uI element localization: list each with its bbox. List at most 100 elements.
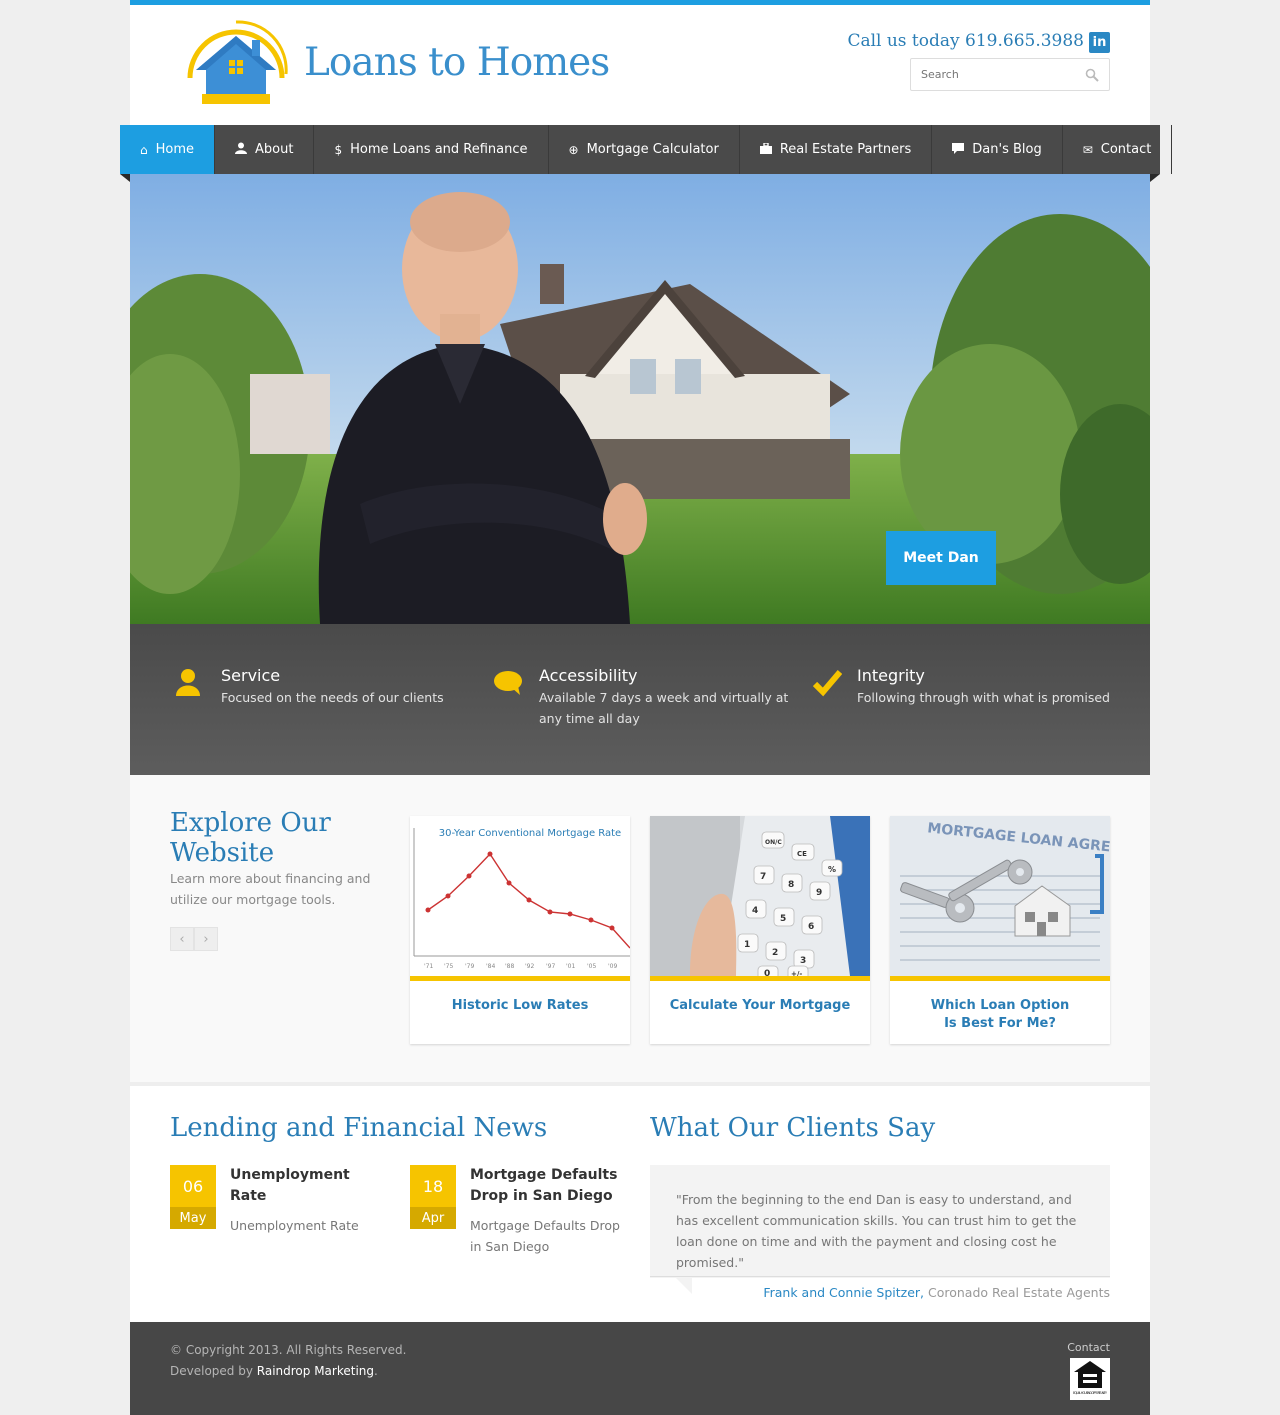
card-label[interactable]: Which Loan Option Is Best For Me? — [890, 981, 1110, 1033]
chevron-right-icon[interactable]: › — [194, 927, 218, 951]
key-label: 4 — [752, 906, 758, 916]
key-label: 8 — [788, 880, 794, 890]
tick-label: '01 — [566, 963, 575, 970]
tick-label: '05 — [587, 963, 596, 970]
key-label: 9 — [816, 888, 822, 898]
card-historic-low-rates[interactable]: 30-Year Conventional Mortgage Rate '71 '… — [410, 816, 630, 1044]
keys-thumbnail: MORTGAGE LOAN AGREEMENT — [890, 816, 1110, 976]
key-label: 7 — [760, 872, 766, 882]
feature-accessibility: Accessibility Available 7 days a week an… — [494, 666, 794, 729]
search-box[interactable] — [910, 58, 1110, 91]
nav-label: About — [255, 142, 294, 157]
key-label: ON/C — [765, 839, 782, 846]
key-label: +/- — [791, 970, 802, 976]
feature-title: Integrity — [857, 666, 925, 685]
nav-label: Home — [155, 142, 195, 157]
quote-underline — [650, 1276, 1110, 1277]
date-day: 18 — [410, 1165, 456, 1207]
linkedin-icon[interactable]: in — [1089, 32, 1110, 53]
tick-label: '75 — [444, 963, 453, 970]
nav-ribbon-fold-left — [120, 174, 130, 182]
nav-ribbon-fold-right — [1150, 174, 1160, 182]
key-label: 5 — [780, 914, 786, 924]
date-month: Apr — [410, 1207, 456, 1229]
rate-chart-thumbnail: 30-Year Conventional Mortgage Rate '71 '… — [410, 816, 630, 976]
equal-housing-logo: EQUAL HOUSING OPPORTUNITY — [1070, 1358, 1110, 1400]
calculator-photo: ON/C CE % 7 8 9 4 5 6 1 2 3 0 +/- — [650, 816, 870, 976]
envelope-icon: ✉ — [1082, 142, 1093, 157]
author-name[interactable]: Frank and Connie Spitzer, — [763, 1285, 924, 1300]
credit-period: . — [374, 1364, 378, 1378]
section-subtitle: Learn more about financing and utilize o… — [170, 871, 371, 907]
news-headline[interactable]: Mortgage Defaults Drop in San Diego — [470, 1165, 630, 1207]
chat-bubble-icon — [494, 671, 522, 695]
news-item[interactable]: 18 Apr Mortgage Defaults Drop in San Die… — [410, 1165, 630, 1257]
key-label: 2 — [772, 948, 778, 958]
tick-label: '79 — [465, 963, 474, 970]
nav-item-home-loans[interactable]: $ Home Loans and Refinance — [314, 125, 549, 174]
tick-label: '71 — [424, 963, 433, 970]
key-label: CE — [797, 850, 807, 858]
page-container: Loans to Homes Call us today 619.665.398… — [120, 0, 1173, 1415]
developer-credit: Developed by Raindrop Marketing. — [170, 1361, 406, 1382]
card-calculate-mortgage[interactable]: ON/C CE % 7 8 9 4 5 6 1 2 3 0 +/- Calcul… — [650, 816, 870, 1044]
phone-number: Call us today 619.665.3988 — [847, 31, 1084, 51]
card-label[interactable]: Historic Low Rates — [410, 981, 630, 1015]
developer-link[interactable]: Raindrop Marketing — [257, 1364, 374, 1378]
nav-item-real-estate-partners[interactable]: Real Estate Partners — [740, 125, 933, 174]
hero-photo — [130, 174, 1150, 624]
meet-dan-button[interactable]: Meet Dan — [886, 531, 996, 585]
main-nav: ⌂ Home About $ Home Loans and Refinance … — [120, 125, 1173, 174]
nav-label: Mortgage Calculator — [586, 142, 719, 157]
footer-copyright: © Copyright 2013. All Rights Reserved. D… — [170, 1340, 406, 1382]
search-input[interactable] — [911, 59, 1071, 90]
tick-label: '84 — [486, 963, 495, 970]
nav-item-mortgage-calculator[interactable]: ⊕ Mortgage Calculator — [549, 125, 740, 174]
plus-circle-icon: ⊕ — [568, 142, 579, 157]
key-label: 1 — [744, 940, 750, 950]
top-accent-bar — [130, 0, 1150, 5]
house-logo-icon[interactable] — [182, 18, 290, 106]
news-item[interactable]: 06 May Unemployment Rate Unemployment Ra… — [170, 1165, 390, 1236]
eho-text: EQUAL HOUSING OPPORTUNITY — [1073, 1391, 1107, 1395]
news-summary: Mortgage Defaults Drop in San Diego — [470, 1218, 620, 1254]
nav-item-contact[interactable]: ✉ Contact — [1063, 125, 1173, 174]
card-which-loan-option[interactable]: MORTGAGE LOAN AGREEMENT Which Loan Optio… — [890, 816, 1110, 1044]
features-strip: Service Focused on the needs of our clie… — [130, 624, 1150, 775]
testimonials-title: What Our Clients Say — [650, 1113, 936, 1143]
nav-item-dans-blog[interactable]: Dan's Blog — [932, 125, 1063, 174]
loan-agreement-photo: MORTGAGE LOAN AGREEMENT — [890, 816, 1110, 976]
home-icon: ⌂ — [140, 142, 148, 157]
date-day: 06 — [170, 1165, 216, 1207]
footer-contact-link[interactable]: Contact — [1067, 1341, 1110, 1354]
news-summary: Unemployment Rate — [230, 1218, 359, 1233]
tick-label: '09 — [608, 963, 617, 970]
footer: © Copyright 2013. All Rights Reserved. D… — [130, 1322, 1150, 1415]
card-label[interactable]: Calculate Your Mortgage — [650, 981, 870, 1015]
nav-item-home[interactable]: ⌂ Home — [120, 125, 216, 174]
testimonial-author: Frank and Connie Spitzer, Coronado Real … — [763, 1285, 1110, 1300]
feature-text: Available 7 days a week and virtually at… — [539, 690, 789, 726]
key-label: 0 — [764, 969, 770, 976]
rate-chart: 30-Year Conventional Mortgage Rate '71 '… — [410, 816, 630, 976]
chevron-left-icon[interactable]: ‹ — [170, 927, 194, 951]
date-month: May — [170, 1207, 216, 1229]
date-badge: 06 May — [170, 1165, 216, 1229]
comment-icon — [952, 142, 965, 157]
search-icon[interactable] — [1085, 68, 1099, 82]
date-badge: 18 Apr — [410, 1165, 456, 1229]
news-headline[interactable]: Unemployment Rate — [230, 1165, 390, 1207]
nav-label: Real Estate Partners — [779, 142, 912, 157]
feature-title: Accessibility — [539, 666, 638, 685]
brand-name[interactable]: Loans to Homes — [304, 40, 610, 85]
feature-integrity: Integrity Following through with what is… — [812, 666, 1112, 708]
hero-banner: Meet Dan — [130, 174, 1150, 624]
section-title: Explore Our Website — [170, 808, 331, 868]
nav-item-about[interactable]: About — [215, 125, 315, 174]
explore-section: Explore Our Website Learn more about fin… — [130, 775, 1150, 1085]
feature-text: Focused on the needs of our clients — [221, 690, 444, 705]
user-icon — [235, 142, 248, 157]
feature-text: Following through with what is promised — [857, 690, 1110, 705]
feature-title: Service — [221, 666, 281, 685]
section-divider — [130, 1082, 1150, 1086]
